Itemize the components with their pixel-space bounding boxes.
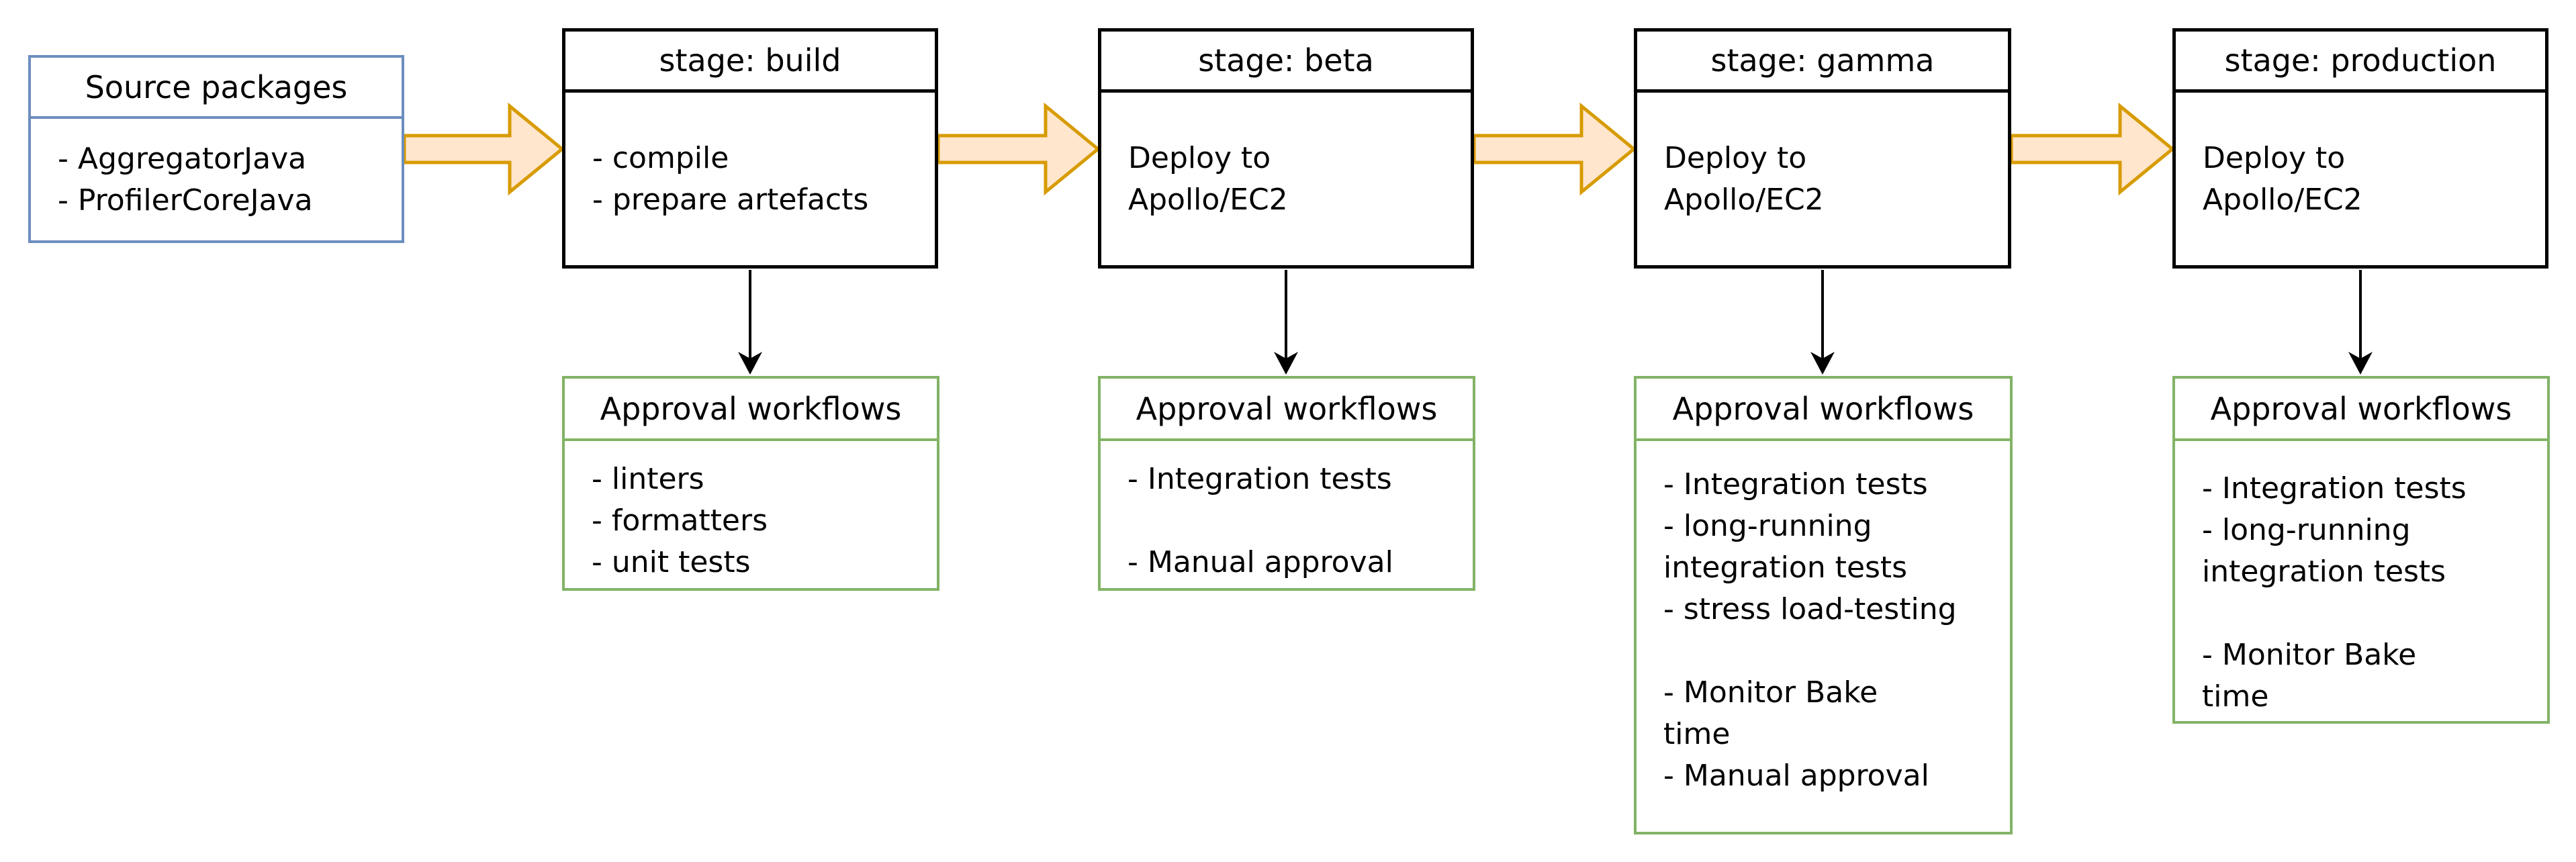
stage-build-title: stage: build <box>565 32 935 93</box>
approval-item: - Manual approval <box>1128 545 1393 579</box>
approval-production-list: - Integration tests - long-running integ… <box>2175 441 2547 721</box>
approval-beta-title: Approval workflows <box>1101 379 1473 441</box>
flow-arrow-gamma-to-production-icon <box>2009 102 2175 196</box>
approval-item: integration tests <box>1663 550 1908 585</box>
stage-gamma-title: stage: gamma <box>1637 32 2008 93</box>
down-arrow-beta-icon <box>1274 270 1298 375</box>
approval-item: - Integration tests <box>1663 467 1928 501</box>
stage-production-box[interactable]: stage: production Deploy to Apollo/EC2 <box>2172 28 2548 269</box>
approval-item: time <box>2202 679 2269 714</box>
stage-production-line: Deploy to <box>2203 140 2346 175</box>
approval-build-list: - linters - formatters - unit tests <box>565 441 937 588</box>
approval-production-title: Approval workflows <box>2175 379 2547 441</box>
down-arrow-build-icon <box>738 270 762 375</box>
approval-gamma-title: Approval workflows <box>1637 379 2010 441</box>
stage-gamma-line: Deploy to <box>1664 140 1807 175</box>
stage-gamma-box[interactable]: stage: gamma Deploy to Apollo/EC2 <box>1634 28 2011 269</box>
stage-production-title: stage: production <box>2176 32 2545 93</box>
stage-production-line: Apollo/EC2 <box>2203 182 2362 217</box>
approval-item: - Monitor Bake <box>2202 638 2417 672</box>
approval-item: - formatters <box>592 504 768 538</box>
flow-arrow-source-to-build-icon <box>402 102 565 196</box>
approval-gamma-list: - Integration tests - long-running integ… <box>1637 441 2010 832</box>
stage-build-line: - prepare artefacts <box>592 182 869 217</box>
flow-arrow-beta-to-gamma-icon <box>1472 102 1637 196</box>
approval-item: - linters <box>592 462 704 496</box>
stage-beta-body: Deploy to Apollo/EC2 <box>1101 93 1471 265</box>
down-arrow-production-icon <box>2348 270 2373 375</box>
stage-beta-line: Apollo/EC2 <box>1128 182 1288 217</box>
source-package-item: - AggregatorJava <box>58 141 307 176</box>
source-package-item: - ProfilerCoreJava <box>58 183 313 218</box>
stage-build-box[interactable]: stage: build - compile - prepare artefac… <box>562 28 938 269</box>
approval-item: - unit tests <box>592 545 751 579</box>
source-packages-box[interactable]: Source packages - AggregatorJava - Profi… <box>28 55 404 243</box>
approval-item <box>1663 630 1983 672</box>
approval-build-box[interactable]: Approval workflows - linters - formatter… <box>562 376 939 591</box>
stage-gamma-line: Apollo/EC2 <box>1664 182 1824 217</box>
flow-arrow-build-to-beta-icon <box>936 102 1101 196</box>
down-arrow-gamma-icon <box>1810 270 1835 375</box>
approval-item: - long-running <box>2202 513 2411 547</box>
stage-build-line: - compile <box>592 140 729 175</box>
approval-item <box>2202 593 2520 634</box>
stage-beta-title: stage: beta <box>1101 32 1471 93</box>
approval-gamma-box[interactable]: Approval workflows - Integration tests -… <box>1634 376 2013 834</box>
approval-item: - Monitor Bake <box>1663 675 1878 710</box>
source-packages-list: - AggregatorJava - ProfilerCoreJava <box>31 119 402 240</box>
approval-build-title: Approval workflows <box>565 379 937 441</box>
stage-beta-line: Deploy to <box>1128 140 1271 175</box>
stage-build-body: - compile - prepare artefacts <box>565 93 935 265</box>
approval-beta-list: - Integration tests - Manual approval <box>1101 441 1473 588</box>
stage-production-body: Deploy to Apollo/EC2 <box>2176 93 2545 265</box>
approval-item: time <box>1663 717 1731 751</box>
approval-item: - Integration tests <box>2202 471 2467 506</box>
approval-item: - long-running <box>1663 509 1872 543</box>
approval-item <box>1663 444 1983 464</box>
approval-item: - Manual approval <box>1663 759 1929 793</box>
stage-gamma-body: Deploy to Apollo/EC2 <box>1637 93 2008 265</box>
source-packages-title: Source packages <box>31 58 402 119</box>
stage-beta-box[interactable]: stage: beta Deploy to Apollo/EC2 <box>1098 28 1474 269</box>
approval-item: integration tests <box>2202 555 2446 589</box>
approval-item: - Integration tests <box>1128 462 1392 496</box>
approval-item: - stress load-testing <box>1663 592 1957 626</box>
approval-item <box>1128 500 1446 542</box>
approval-production-box[interactable]: Approval workflows - Integration tests -… <box>2172 376 2550 724</box>
approval-beta-box[interactable]: Approval workflows - Integration tests -… <box>1098 376 1475 591</box>
